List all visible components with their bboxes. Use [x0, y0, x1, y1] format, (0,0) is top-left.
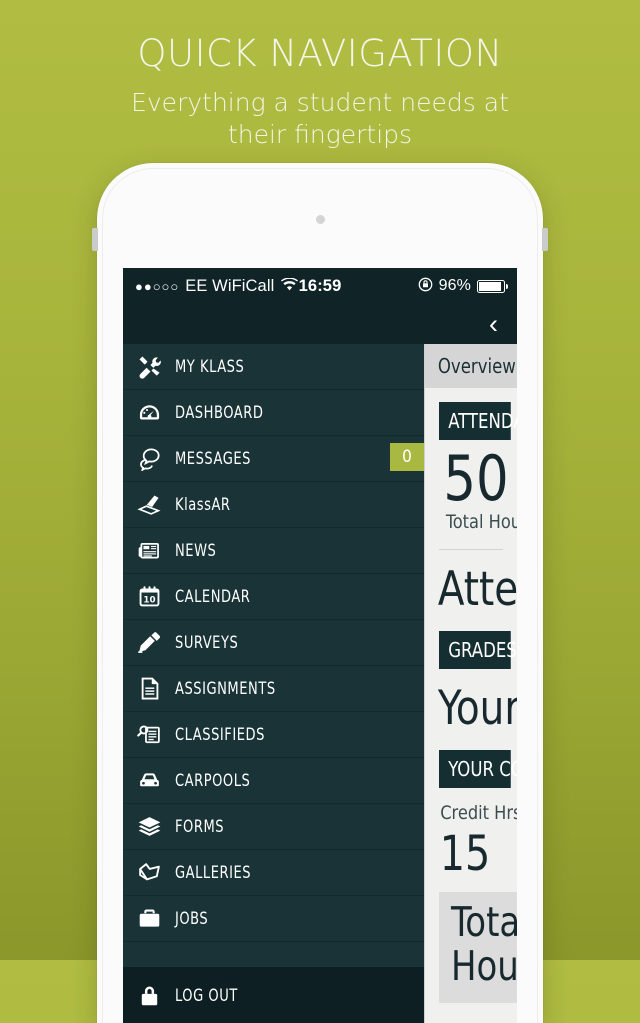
chat-bubbles-icon	[123, 446, 175, 471]
credit-hours-label: Credit Hrs	[440, 802, 517, 825]
sidebar-item-label: SURVEYS	[175, 633, 239, 652]
layers-icon	[123, 814, 175, 839]
sidebar-item-label: NEWS	[175, 541, 217, 560]
sidebar-item-klassar[interactable]: KlassAR	[123, 482, 424, 528]
sidebar-item-my-klass[interactable]: MY KLASS	[123, 344, 424, 390]
volume-button[interactable]	[92, 228, 98, 251]
wifi-icon	[281, 276, 299, 295]
sidebar-item-jobs[interactable]: JOBS	[123, 896, 424, 942]
pencil-icon	[123, 630, 175, 655]
sidebar-item-classifieds[interactable]: CLASSIFIEDS	[123, 712, 424, 758]
tab-overview[interactable]: Overview	[425, 354, 516, 378]
photos-icon	[123, 860, 175, 885]
attendance-section-header: ATTENDANCE	[439, 402, 517, 440]
tools-icon	[123, 354, 175, 379]
phone-mockup: ●●○○○ EE WiFiCall 16:59 96% ‹ MY KLASS D…	[92, 163, 548, 1023]
rotation-lock-icon	[418, 277, 433, 295]
sidebar-item-label: MY KLASS	[175, 357, 245, 376]
content-tabbar: Overview	[425, 344, 517, 388]
lock-icon	[123, 983, 175, 1008]
document-icon	[123, 676, 175, 701]
total-hours-box: Total Hours	[439, 892, 517, 1003]
grades-section-header: GRADES	[439, 631, 517, 670]
sidebar-item-forms[interactable]: FORMS	[123, 804, 424, 850]
sidebar-item-label: ASSIGNMENTS	[175, 679, 276, 698]
signal-strength-icon: ●●○○○	[135, 278, 180, 294]
sidebar-item-label: KlassAR	[175, 495, 231, 514]
sidebar-item-carpools[interactable]: CARPOOLS	[123, 758, 424, 804]
carrier-label: EE WiFiCall	[185, 276, 275, 295]
sidebar-item-label: FORMS	[175, 817, 225, 836]
page-title: QUICK NAVIGATION	[137, 32, 503, 75]
sidebar-item-messages[interactable]: MESSAGES 0	[123, 436, 424, 482]
sidebar-item-news[interactable]: NEWS	[123, 528, 424, 574]
sidebar-item-surveys[interactable]: SURVEYS	[123, 620, 424, 666]
total-hours-line2: Hours	[451, 942, 517, 991]
side-menu: MY KLASS DASHBOARD MESSAGES 0 KlassAR NE…	[123, 344, 424, 1023]
status-badge: 0	[390, 443, 424, 471]
sidebar-item-label: GALLERIES	[175, 863, 252, 882]
battery-icon	[477, 279, 509, 293]
promo-subtitle-line2: their fingertips	[227, 119, 413, 149]
newspaper-icon	[123, 538, 175, 563]
sidebar-item-assignments[interactable]: ASSIGNMENTS	[123, 666, 424, 712]
calendar-icon: 10	[123, 584, 175, 609]
battery-percent-label: 96%	[438, 277, 471, 294]
logout-label: LOG OUT	[175, 985, 238, 1005]
attendance-total-label: Total Hours	[445, 511, 517, 534]
phone-screen: ●●○○○ EE WiFiCall 16:59 96% ‹ MY KLASS D…	[123, 268, 517, 1023]
promo-header: QUICK NAVIGATION Everything a student ne…	[0, 0, 640, 151]
status-bar: ●●○○○ EE WiFiCall 16:59 96%	[123, 268, 517, 304]
front-camera-icon	[316, 215, 325, 224]
attendance-headline: Attendance	[437, 562, 517, 618]
app-nav-bar: ‹	[123, 304, 517, 344]
gauge-icon	[123, 400, 175, 425]
svg-text:10: 10	[143, 595, 155, 605]
sidebar-item-label: CARPOOLS	[175, 771, 251, 790]
sidebar-item-label: CALENDAR	[175, 587, 251, 606]
courses-section-header: YOUR COURSES	[439, 750, 517, 789]
content-pane: Overview ATTENDANCE 50 Total Hours Atten…	[424, 344, 517, 1023]
sidebar-item-calendar[interactable]: 10 CALENDAR	[123, 574, 424, 620]
scanner-icon	[123, 492, 175, 517]
sidebar-item-dashboard[interactable]: DASHBOARD	[123, 390, 424, 436]
logout-button[interactable]: LOG OUT	[123, 967, 424, 1023]
promo-subtitle-line1: Everything a student needs at	[131, 87, 509, 117]
briefcase-icon	[123, 906, 175, 931]
sidebar-item-label: CLASSIFIEDS	[175, 725, 265, 744]
power-button[interactable]	[542, 228, 548, 251]
classifieds-icon	[123, 722, 175, 747]
grades-headline: Your Grades	[437, 681, 517, 737]
sidebar-item-galleries[interactable]: GALLERIES	[123, 850, 424, 896]
total-hours-line1: Total	[451, 898, 517, 947]
sidebar-item-label: MESSAGES	[175, 449, 251, 468]
promo-subtitle: Everything a student needs at their fing…	[0, 87, 640, 151]
credit-hours-value: 15	[439, 826, 491, 883]
car-icon	[123, 768, 175, 793]
sidebar-item-label: JOBS	[175, 909, 209, 928]
sidebar-item-label: DASHBOARD	[175, 403, 264, 422]
attendance-total-value: 50	[443, 442, 509, 515]
back-button[interactable]: ‹	[489, 306, 498, 342]
